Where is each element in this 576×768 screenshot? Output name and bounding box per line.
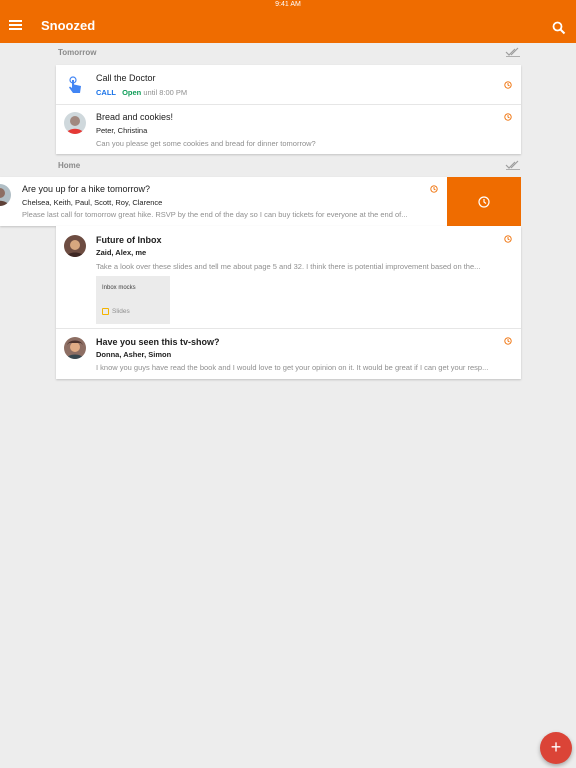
app-bar: Snoozed xyxy=(0,10,576,43)
attachment-chip[interactable]: Inbox mocks Slides xyxy=(96,276,170,324)
section-label-tomorrow: Tomorrow xyxy=(58,48,97,57)
attachment-type: Slides xyxy=(112,308,130,315)
thread-snippet: I know you guys have read the book and I… xyxy=(96,363,489,372)
plus-icon: + xyxy=(550,737,562,757)
open-status: Open xyxy=(122,88,142,97)
thread-participants: Chelsea, Keith, Paul, Scott, Roy, Claren… xyxy=(22,198,163,207)
snooze-clock-icon xyxy=(504,81,512,89)
thread-participants: Peter, Christina xyxy=(96,126,148,135)
snooze-clock-icon xyxy=(504,337,512,345)
snooze-swipe-action[interactable] xyxy=(447,177,521,226)
reminder-meta: CALL Open until 8:00 PM xyxy=(96,88,187,97)
avatar xyxy=(0,184,11,206)
snooze-clock-icon xyxy=(430,185,438,193)
snooze-clock-icon xyxy=(478,196,490,208)
call-action[interactable]: CALL xyxy=(96,88,116,97)
thread-participants: Zaid, Alex, me xyxy=(96,248,147,257)
avatar xyxy=(64,112,86,134)
thread-subject: Bread and cookies! xyxy=(96,112,174,122)
thread-participants: Donna, Asher, Simon xyxy=(96,350,172,359)
page-title: Snoozed xyxy=(41,18,96,33)
compose-button[interactable]: + xyxy=(540,732,572,764)
snooze-clock-icon xyxy=(504,235,512,243)
slides-icon xyxy=(102,308,109,315)
search-icon[interactable] xyxy=(552,21,566,35)
thread-snippet: Can you please get some cookies and brea… xyxy=(96,139,316,148)
avatar xyxy=(64,337,86,359)
status-bar: 9:41 AM xyxy=(0,0,576,10)
avatar xyxy=(64,235,86,257)
thread-row[interactable]: Bread and cookies! Peter, Christina Can … xyxy=(56,105,521,154)
thread-row[interactable]: Are you up for a hike tomorrow? Chelsea,… xyxy=(0,177,447,226)
tomorrow-card: Call the Doctor CALL Open until 8:00 PM … xyxy=(56,65,521,154)
thread-row[interactable]: Have you seen this tv-show? Donna, Asher… xyxy=(56,329,521,379)
swiped-thread: Are you up for a hike tomorrow? Chelsea,… xyxy=(0,177,521,226)
touch-hand-icon xyxy=(69,76,81,93)
attachment-title: Inbox mocks xyxy=(102,285,136,291)
section-label-home: Home xyxy=(58,161,81,170)
reminder-title: Call the Doctor xyxy=(96,73,156,83)
snooze-clock-icon xyxy=(504,113,512,121)
done-all-icon[interactable] xyxy=(505,47,521,57)
thread-subject: Future of Inbox xyxy=(96,235,162,245)
done-all-icon[interactable] xyxy=(505,160,521,170)
thread-subject: Have you seen this tv-show? xyxy=(96,337,220,347)
thread-subject: Are you up for a hike tomorrow? xyxy=(22,184,151,194)
open-hours: until 8:00 PM xyxy=(143,88,188,97)
reminder-row[interactable]: Call the Doctor CALL Open until 8:00 PM xyxy=(56,65,521,105)
thread-snippet: Please last call for tomorrow great hike… xyxy=(22,210,408,219)
status-time: 9:41 AM xyxy=(275,1,301,8)
thread-snippet: Take a look over these slides and tell m… xyxy=(96,262,481,271)
menu-icon[interactable] xyxy=(9,20,22,33)
